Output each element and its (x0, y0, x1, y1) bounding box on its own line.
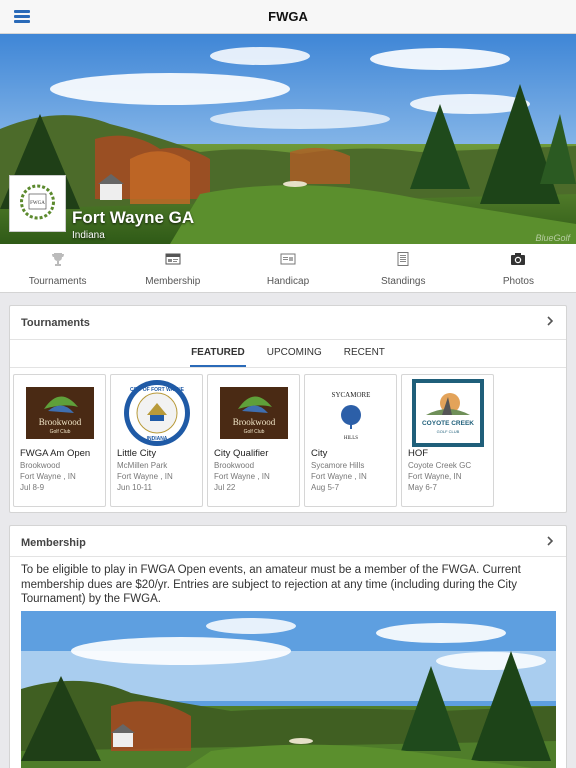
tournaments-title: Tournaments (21, 317, 90, 329)
tournament-card[interactable]: SYCAMORE HILLS City Sycamore Hills Fort … (304, 374, 397, 507)
golf-course-photo (21, 611, 556, 768)
membership-title: Membership (21, 537, 86, 549)
laurel-wreath-icon: FWGA (10, 176, 65, 231)
nav-label-membership: Membership (145, 276, 201, 287)
club-state: Indiana (72, 230, 105, 241)
hero-banner: FWGA Fort Wayne GA Indiana BlueGolf (0, 34, 576, 244)
tournament-city: Fort Wayne, IN (408, 472, 462, 481)
svg-text:Golf Club: Golf Club (244, 429, 265, 435)
tournament-name: City (311, 448, 328, 459)
nav-handicap[interactable]: Handicap (230, 244, 345, 292)
tournament-city: Fort Wayne , IN (117, 472, 173, 481)
nav-label-handicap: Handicap (266, 276, 310, 287)
brookwood-logo: Brookwood Golf Club (26, 387, 94, 439)
tournament-date: Jul 22 (214, 483, 236, 492)
tournament-course: Sycamore Hills (311, 461, 365, 470)
tournament-card[interactable]: Brookwood Golf Club City Qualifier Brook… (207, 374, 300, 507)
svg-text:Brookwood: Brookwood (233, 417, 276, 427)
brookwood-logo: Brookwood Golf Club (220, 387, 288, 439)
camera-icon (511, 253, 526, 265)
nav-photos[interactable]: Photos (461, 244, 576, 292)
svg-text:HILLS: HILLS (344, 436, 358, 441)
tournament-course: Coyote Creek GC (408, 461, 472, 470)
svg-text:Brookwood: Brookwood (39, 417, 82, 427)
nav-label-photos: Photos (502, 276, 534, 287)
nav-tournaments[interactable]: Tournaments (0, 244, 115, 292)
city-seal-logo: CITY OF FORT WAYNE INDIANA (124, 380, 190, 446)
chevron-right-icon[interactable] (546, 535, 554, 547)
tournament-card[interactable]: COYOTE CREEK GOLF CLUB HOF Coyote Creek … (401, 374, 494, 507)
tournaments-card: Tournaments FEATURED UPCOMING RECENT Bro… (9, 305, 567, 513)
tournaments-header: Tournaments (10, 306, 566, 340)
tournament-date: Jul 8-9 (20, 483, 45, 492)
nav-label-standings: Standings (380, 276, 426, 287)
tournament-city: Fort Wayne , IN (20, 472, 76, 481)
tab-recent[interactable]: RECENT (343, 347, 386, 367)
svg-text:COYOTE CREEK: COYOTE CREEK (422, 420, 474, 427)
tournament-name: Little City (117, 448, 157, 459)
tournament-date: Jun 10-11 (117, 483, 152, 492)
svg-text:Golf Club: Golf Club (50, 429, 71, 435)
svg-text:CITY OF FORT WAYNE: CITY OF FORT WAYNE (130, 387, 185, 393)
tab-featured[interactable]: FEATURED (190, 347, 246, 367)
tournament-date: May 6-7 (408, 483, 437, 492)
section-nav: Tournaments Membership Handicap Standing… (0, 244, 576, 293)
coyote-creek-logo: COYOTE CREEK GOLF CLUB (412, 379, 484, 447)
top-bar: FWGA (0, 0, 576, 34)
tournament-course: McMillen Park (117, 461, 168, 470)
membership-header: Membership (10, 526, 566, 557)
tournament-card[interactable]: Brookwood Golf Club FWGA Am Open Brookwo… (13, 374, 106, 507)
membership-description: To be eligible to play in FWGA Open even… (21, 564, 521, 605)
tournament-name: City Qualifier (214, 448, 269, 459)
sycamore-hills-logo: SYCAMORE HILLS (311, 379, 391, 447)
tournament-list: Brookwood Golf Club FWGA Am Open Brookwo… (10, 368, 566, 508)
nav-label-tournaments: Tournaments (28, 276, 87, 287)
chevron-right-icon[interactable] (546, 315, 554, 327)
svg-text:SYCAMORE: SYCAMORE (332, 391, 371, 399)
trophy-icon (51, 253, 64, 266)
tournament-course: Brookwood (20, 461, 61, 470)
nav-membership[interactable]: Membership (115, 244, 230, 292)
club-logo: FWGA (9, 175, 66, 232)
member-card-icon (165, 253, 181, 265)
svg-text:INDIANA: INDIANA (147, 436, 168, 442)
app-title: FWGA (268, 9, 308, 24)
membership-photo (21, 611, 556, 768)
photo-watermark: BlueGolf (535, 233, 570, 243)
tournament-name: HOF (408, 448, 429, 459)
tournament-date: Aug 5-7 (311, 483, 340, 492)
standings-list-icon (397, 252, 409, 266)
tournament-city: Fort Wayne , IN (214, 472, 270, 481)
handicap-card-icon (280, 253, 296, 265)
tab-upcoming[interactable]: UPCOMING (266, 347, 323, 367)
tournament-tabs: FEATURED UPCOMING RECENT (10, 340, 566, 368)
svg-text:GOLF CLUB: GOLF CLUB (437, 429, 460, 434)
tournament-name: FWGA Am Open (20, 448, 91, 459)
club-name: Fort Wayne GA (72, 208, 195, 227)
membership-card: Membership To be eligible to play in FWG… (9, 525, 567, 768)
tournament-card[interactable]: CITY OF FORT WAYNE INDIANA Little City M… (110, 374, 203, 507)
tournament-course: Brookwood (214, 461, 255, 470)
nav-standings[interactable]: Standings (346, 244, 461, 292)
tournament-city: Fort Wayne , IN (311, 472, 367, 481)
svg-text:FWGA: FWGA (30, 201, 45, 206)
